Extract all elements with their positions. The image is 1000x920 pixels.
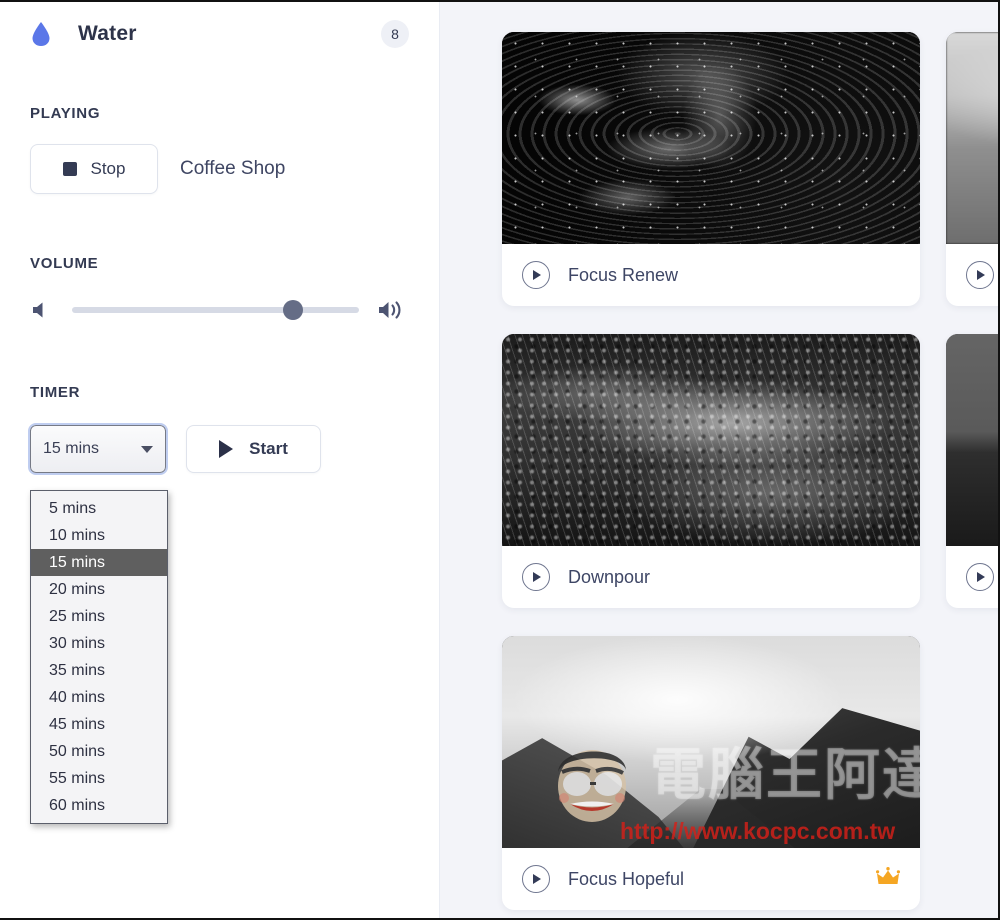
volume-slider-track xyxy=(72,307,359,313)
play-icon[interactable] xyxy=(522,865,550,893)
sound-card[interactable] xyxy=(946,334,998,608)
stop-button[interactable]: Stop xyxy=(30,144,158,194)
now-playing-track-name: Coffee Shop xyxy=(180,158,286,179)
timer-duration-dropdown[interactable]: 5 mins 10 mins 15 mins 20 mins 25 mins 30 min… xyxy=(30,490,168,824)
page-title: Water xyxy=(78,22,137,45)
volume-slider[interactable] xyxy=(72,299,359,321)
sidebar-header: Water 8 xyxy=(30,2,409,58)
timer-controls: 15 mins Start xyxy=(28,423,409,475)
card-title: Downpour xyxy=(568,566,651,587)
timer-option[interactable]: 55 mins xyxy=(31,765,167,792)
card-footer xyxy=(946,546,998,608)
sound-card[interactable] xyxy=(946,32,998,306)
watermark-url: http://www.kocpc.com.tw xyxy=(620,818,896,844)
timer-duration-value: 15 mins xyxy=(43,440,100,457)
sound-card[interactable]: Focus Renew xyxy=(502,32,920,306)
card-artwork xyxy=(946,32,998,244)
stop-button-label: Stop xyxy=(90,159,126,178)
premium-badge xyxy=(876,867,900,891)
timer-option[interactable]: 20 mins xyxy=(31,576,167,603)
app-window: Water 8 PLAYING Stop Coffee Shop VOLUME xyxy=(0,0,1000,920)
card-artwork xyxy=(502,32,920,244)
volume-section-label: VOLUME xyxy=(30,255,99,272)
timer-option[interactable]: 15 mins xyxy=(31,549,167,576)
volume-mute-icon[interactable] xyxy=(30,299,54,321)
volume-high-icon[interactable] xyxy=(377,298,409,322)
stop-icon xyxy=(62,162,77,176)
card-image xyxy=(946,334,998,546)
play-icon[interactable] xyxy=(522,261,550,289)
timer-option[interactable]: 5 mins xyxy=(31,495,167,522)
card-grid: Focus Renew Downpour 電腦王阿達 http://www.kocpc… xyxy=(502,32,998,910)
play-icon[interactable] xyxy=(966,261,994,289)
timer-option[interactable]: 10 mins xyxy=(31,522,167,549)
card-footer: Focus Renew xyxy=(502,244,920,306)
sound-library-panel: Focus Renew Downpour 電腦王阿達 http://www.kocpc… xyxy=(440,2,998,918)
timer-option[interactable]: 35 mins xyxy=(31,657,167,684)
sidebar-panel: Water 8 PLAYING Stop Coffee Shop VOLUME xyxy=(0,2,440,918)
card-image xyxy=(502,334,920,546)
card-title: Focus Hopeful xyxy=(568,868,685,889)
timer-option[interactable]: 50 mins xyxy=(31,738,167,765)
volume-control xyxy=(30,298,409,322)
timer-option[interactable]: 45 mins xyxy=(31,711,167,738)
start-timer-button[interactable]: Start xyxy=(186,425,321,473)
timer-option[interactable]: 25 mins xyxy=(31,603,167,630)
card-column-secondary xyxy=(946,32,998,608)
card-footer: Focus Hopeful xyxy=(502,848,920,910)
start-button-label: Start xyxy=(249,439,288,458)
status-badge: 8 xyxy=(381,20,409,48)
water-drop-icon xyxy=(32,22,50,46)
timer-option-list[interactable]: 5 mins 10 mins 15 mins 20 mins 25 mins 30 min… xyxy=(31,495,167,819)
playing-section-label: PLAYING xyxy=(30,105,101,122)
play-icon[interactable] xyxy=(966,563,994,591)
volume-slider-thumb[interactable] xyxy=(282,300,303,320)
chevron-down-icon xyxy=(141,445,153,453)
timer-option[interactable]: 30 mins xyxy=(31,630,167,657)
sound-card[interactable]: 電腦王阿達 http://www.kocpc.com.tw Focus Hopefu… xyxy=(502,636,920,910)
card-footer: Downpour xyxy=(502,546,920,608)
card-artwork xyxy=(502,334,920,546)
card-image xyxy=(946,32,998,244)
card-column-main: Focus Renew Downpour 電腦王阿達 http://www.kocpc… xyxy=(502,32,920,910)
watermark-text: 電腦王阿達 xyxy=(650,743,920,808)
play-icon[interactable] xyxy=(522,563,550,591)
timer-section-label: TIMER xyxy=(30,384,81,401)
sound-card[interactable]: Downpour xyxy=(502,334,920,608)
play-icon xyxy=(219,440,234,458)
playing-row: Stop Coffee Shop xyxy=(30,144,409,194)
crown-icon xyxy=(876,867,900,884)
timer-duration-select[interactable]: 15 mins xyxy=(28,423,168,475)
card-image: 電腦王阿達 http://www.kocpc.com.tw xyxy=(502,636,920,848)
card-image xyxy=(502,32,920,244)
timer-option[interactable]: 40 mins xyxy=(31,684,167,711)
timer-option[interactable]: 60 mins xyxy=(31,792,167,819)
card-footer xyxy=(946,244,998,306)
card-title: Focus Renew xyxy=(568,264,679,285)
card-artwork xyxy=(946,334,998,546)
mascot-watermark-icon xyxy=(558,750,626,822)
